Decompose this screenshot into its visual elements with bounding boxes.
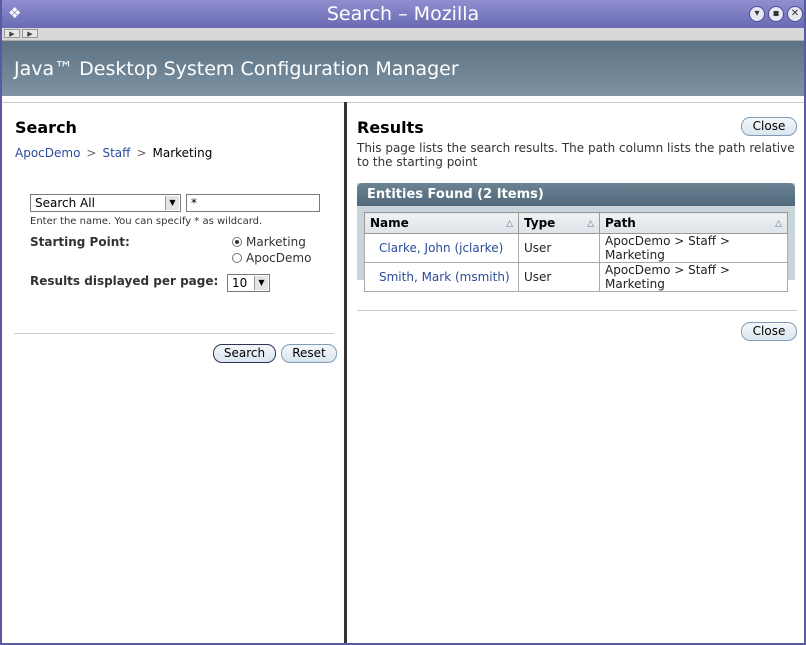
result-path-cell: ApocDemo > Staff > Marketing <box>599 233 788 263</box>
close-button-top[interactable]: Close <box>741 117 797 136</box>
search-heading: Search <box>15 118 77 137</box>
column-type-label: Type <box>524 216 556 230</box>
toolbar-toggle-icon-2[interactable]: ▶ <box>22 29 38 38</box>
result-name-cell: Clarke, John (jclarke) <box>364 233 519 263</box>
app-banner: Java™ Desktop System Configuration Manag… <box>2 41 804 96</box>
radio-marketing[interactable]: Marketing <box>232 235 306 249</box>
starting-point-label: Starting Point: <box>30 235 130 249</box>
column-path-label: Path <box>605 216 636 230</box>
minimize-icon[interactable]: ▾ <box>749 6 765 22</box>
results-divider <box>357 310 797 311</box>
results-heading: Results <box>357 118 424 137</box>
breadcrumb: ApocDemo > Staff > Marketing <box>15 146 212 160</box>
form-divider <box>14 333 334 334</box>
breadcrumb-apocdemo[interactable]: ApocDemo <box>15 146 80 160</box>
search-query-input[interactable]: * <box>186 194 320 212</box>
results-pane: Results Close This page lists the search… <box>347 103 804 643</box>
radio-marketing-label: Marketing <box>246 235 306 249</box>
result-path-cell: ApocDemo > Staff > Marketing <box>599 262 788 292</box>
result-name-link[interactable]: Smith, Mark (msmith) <box>379 270 510 284</box>
table-row: Clarke, John (jclarke) User ApocDemo > S… <box>364 233 788 263</box>
window-title: Search – Mozilla <box>326 3 480 25</box>
search-type-select[interactable]: Search All ▼ <box>30 194 181 212</box>
radio-apocdemo-label: ApocDemo <box>246 251 312 265</box>
search-hint: Enter the name. You can specify * as wil… <box>30 216 263 227</box>
search-type-value: Search All <box>35 196 95 210</box>
banner-separator <box>2 96 804 103</box>
per-page-label: Results displayed per page: <box>30 274 219 288</box>
browser-window: ❖ Search – Mozilla ▾ ▪ ✕ ▶ ▶ Java™ Deskt… <box>0 0 806 645</box>
maximize-icon[interactable]: ▪ <box>768 6 784 22</box>
entities-panel: Entities Found (2 Items) Name △ Type △ Pat… <box>357 183 795 292</box>
radio-apocdemo[interactable]: ApocDemo <box>232 251 311 265</box>
sort-icon[interactable]: △ <box>587 219 594 229</box>
chevron-down-icon: ▼ <box>254 276 268 290</box>
results-description: This page lists the search results. The … <box>357 141 795 169</box>
sort-icon[interactable]: △ <box>775 219 782 229</box>
collapsed-toolbar: ▶ ▶ <box>2 28 804 41</box>
breadcrumb-current: Marketing <box>152 146 213 160</box>
result-name-cell: Smith, Mark (msmith) <box>364 262 519 292</box>
column-header-type[interactable]: Type △ <box>518 212 600 234</box>
radio-selected-icon <box>232 237 242 247</box>
result-type-cell: User <box>518 262 600 292</box>
per-page-select[interactable]: 10 ▼ <box>227 274 270 292</box>
toolbar-toggle-icon[interactable]: ▶ <box>4 29 20 38</box>
reset-button[interactable]: Reset <box>281 344 337 363</box>
close-button-bottom[interactable]: Close <box>741 322 797 341</box>
breadcrumb-separator: > <box>86 146 97 160</box>
entities-panel-title: Entities Found (2 Items) <box>357 183 795 206</box>
chevron-down-icon: ▼ <box>165 196 179 210</box>
close-window-icon[interactable]: ✕ <box>787 6 803 22</box>
breadcrumb-separator: > <box>136 146 147 160</box>
search-button[interactable]: Search <box>213 344 276 363</box>
per-page-value: 10 <box>232 276 248 290</box>
column-name-label: Name <box>370 216 409 230</box>
title-bar[interactable]: ❖ Search – Mozilla ▾ ▪ ✕ <box>2 0 804 28</box>
column-header-path[interactable]: Path △ <box>599 212 788 234</box>
breadcrumb-staff[interactable]: Staff <box>102 146 130 160</box>
result-name-link[interactable]: Clarke, John (jclarke) <box>379 241 503 255</box>
search-pane: Search ApocDemo > Staff > Marketing Search A… <box>2 103 344 643</box>
column-header-name[interactable]: Name △ <box>364 212 519 234</box>
results-table: Name △ Type △ Path △ Clarke, John (jclarke)… <box>364 212 788 292</box>
app-title: Java™ Desktop System Configuration Manag… <box>14 58 459 80</box>
result-type-cell: User <box>518 233 600 263</box>
radio-unselected-icon <box>232 253 242 263</box>
sort-icon[interactable]: △ <box>506 219 513 229</box>
table-row: Smith, Mark (msmith) User ApocDemo > Sta… <box>364 262 788 292</box>
